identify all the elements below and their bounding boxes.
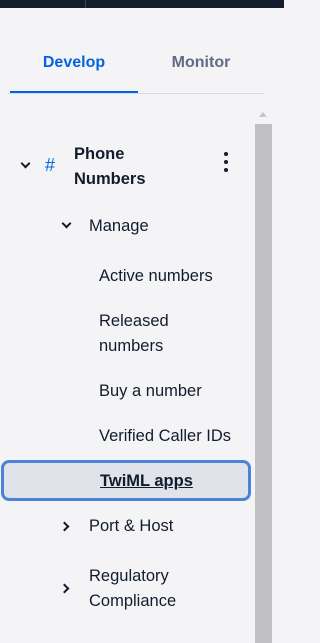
scrollbar-thumb[interactable]	[255, 124, 272, 643]
chevron-down-icon	[20, 158, 31, 169]
nav-item-regulatory-line1: Regulatory	[89, 567, 169, 585]
more-options-icon[interactable]	[222, 152, 230, 174]
nav-item-regulatory-compliance[interactable]: Regulatory Compliance	[55, 564, 245, 616]
nav-item-port-host-label: Port & Host	[89, 517, 174, 535]
nav-item-manage-label: Manage	[89, 217, 149, 235]
nav-item-twiml-apps[interactable]: TwiML apps	[1, 460, 251, 501]
scroll-up-arrow-icon[interactable]	[259, 112, 267, 117]
nav-item-buy-a-number[interactable]: Buy a number	[99, 379, 249, 405]
hash-icon: #	[45, 155, 56, 175]
tab-monitor[interactable]: Monitor	[138, 52, 264, 92]
top-header-bar	[0, 0, 284, 8]
nav-item-released-numbers[interactable]: Released numbers	[99, 309, 249, 361]
nav-item-manage[interactable]: Manage	[55, 214, 245, 240]
nav-item-port-host[interactable]: Port & Host	[55, 514, 245, 540]
nav-item-regulatory-label: Regulatory Compliance	[89, 564, 176, 614]
nav-section-label: Phone Numbers	[74, 142, 194, 192]
chevron-right-icon	[59, 521, 70, 532]
sidebar-tabs: Develop Monitor	[8, 44, 264, 94]
nav-item-verified-caller-ids[interactable]: Verified Caller IDs	[99, 424, 251, 450]
header-divider	[85, 0, 86, 8]
tab-develop[interactable]: Develop	[10, 52, 138, 93]
nav-item-regulatory-line2: Compliance	[89, 592, 177, 610]
nav-section-label-line1: Phone	[74, 145, 125, 163]
nav-item-released-line2: numbers	[99, 337, 164, 355]
nav-item-released-line1: Released	[99, 312, 169, 330]
nav-item-twiml-apps-label: TwiML apps	[100, 472, 193, 490]
nav-item-active-numbers[interactable]: Active numbers	[99, 264, 249, 290]
sidebar-scrollbar[interactable]	[255, 112, 272, 643]
chevron-down-icon	[61, 218, 72, 229]
chevron-right-icon	[59, 583, 70, 594]
nav-section-label-line2: Numbers	[74, 170, 146, 188]
